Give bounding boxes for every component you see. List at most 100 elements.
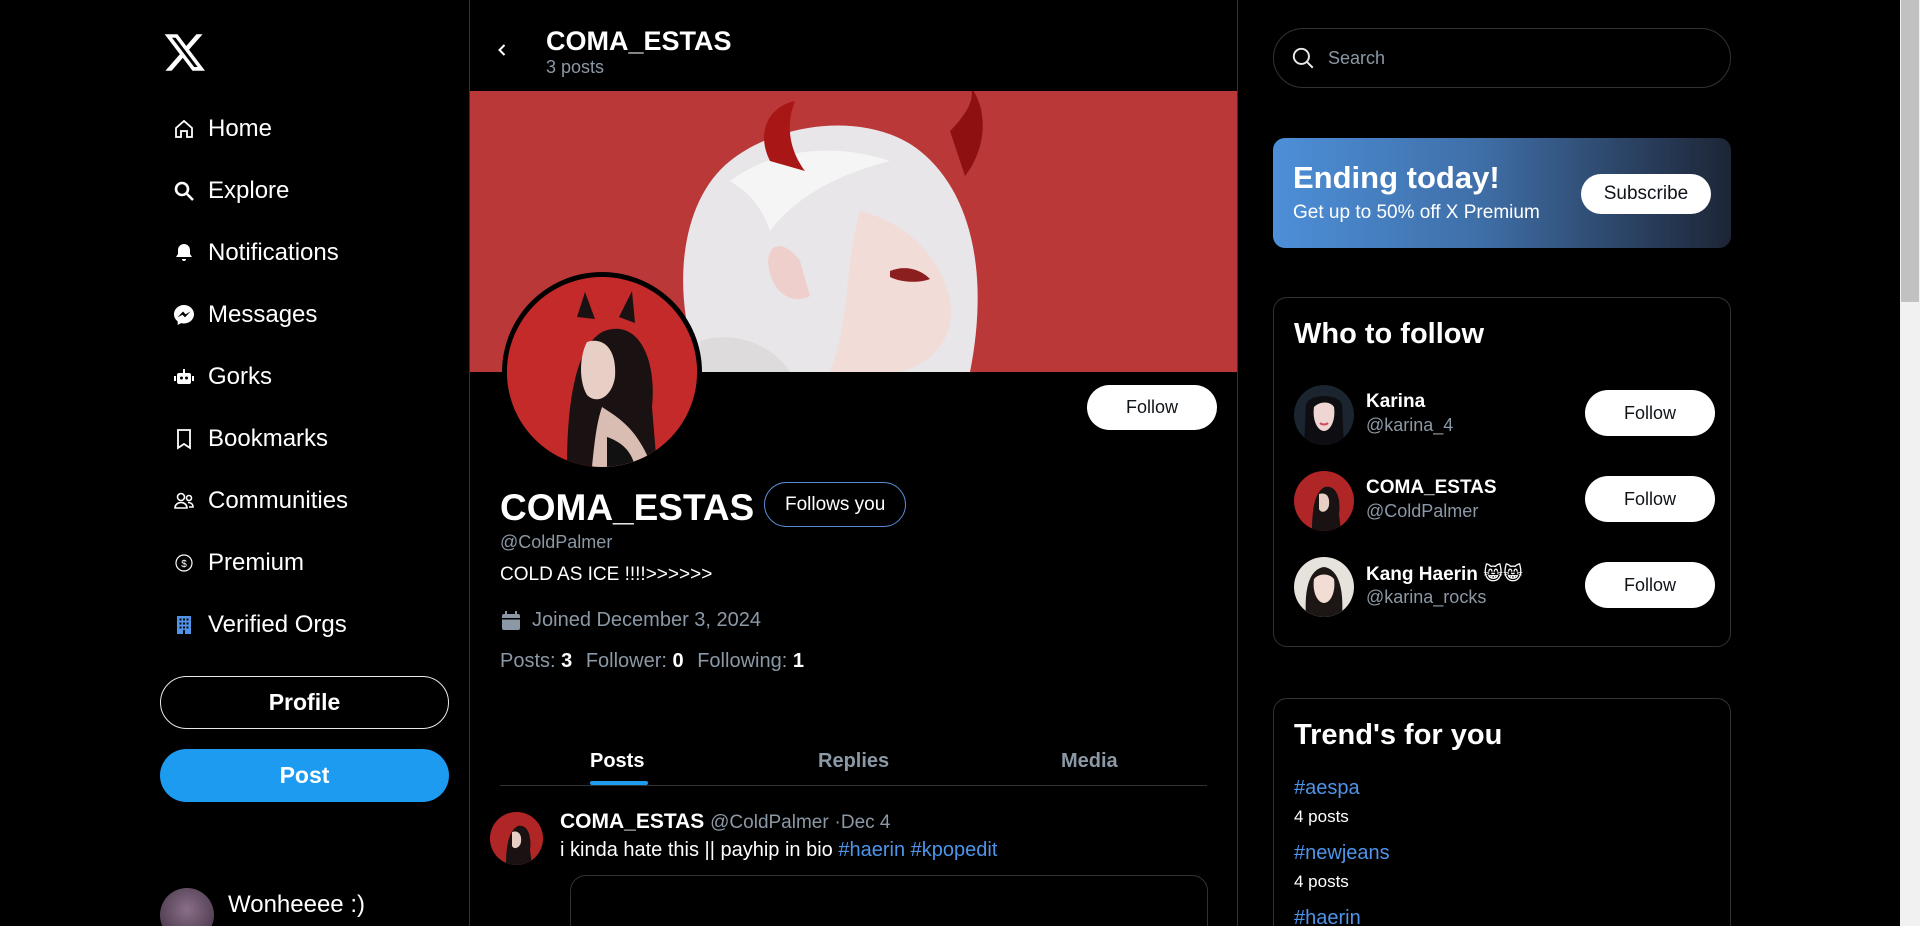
user-avatar[interactable] bbox=[1294, 471, 1354, 531]
post-author-handle[interactable]: @ColdPalmer bbox=[710, 812, 829, 833]
promo-title: Ending today! bbox=[1293, 160, 1500, 195]
svg-text:$: $ bbox=[181, 559, 187, 570]
post-hashtag-haerin[interactable]: #haerin bbox=[838, 839, 905, 861]
page-scrollbar[interactable] bbox=[1900, 0, 1920, 926]
post-date[interactable]: ·Dec 4 bbox=[835, 812, 891, 833]
bookmark-icon bbox=[160, 427, 208, 451]
tab-posts[interactable]: Posts bbox=[590, 750, 644, 773]
nav-bookmarks-label: Bookmarks bbox=[208, 425, 329, 452]
nav-messages-label: Messages bbox=[208, 301, 318, 328]
building-icon bbox=[160, 613, 208, 637]
profile-tabs: Posts Replies Media bbox=[500, 738, 1207, 786]
search-input[interactable] bbox=[1328, 47, 1708, 69]
suggestion-row[interactable]: Kang Haerin 😸😸 @karina_rocks Follow bbox=[1294, 557, 1715, 619]
header-title: COMA_ESTAS bbox=[546, 26, 732, 56]
trend-item[interactable]: #aespa 4 posts bbox=[1294, 777, 1360, 827]
app-root: Home Explore Notifications Messages Gork… bbox=[0, 0, 1920, 926]
bell-icon bbox=[160, 241, 208, 265]
nav-gorks-label: Gorks bbox=[208, 363, 273, 390]
back-arrow-icon[interactable] bbox=[492, 40, 512, 60]
nav-notifications[interactable]: Notifications bbox=[160, 228, 339, 278]
post-item[interactable]: COMA_ESTAS @ColdPalmer ·Dec 4 i kinda ha… bbox=[490, 810, 1220, 926]
nav-premium[interactable]: $ Premium bbox=[160, 538, 304, 588]
profile-bio: COLD AS ICE !!!!>>>>>> bbox=[500, 564, 713, 585]
user-avatar[interactable] bbox=[1294, 385, 1354, 445]
profile-name: COMA_ESTAS bbox=[500, 487, 755, 528]
nav-messages[interactable]: Messages bbox=[160, 290, 317, 340]
user-name: COMA_ESTAS bbox=[1366, 477, 1497, 498]
following-stat-label[interactable]: Following: bbox=[697, 650, 787, 672]
user-name: Kang Haerin 😸😸 bbox=[1366, 564, 1523, 585]
nav-verified-orgs[interactable]: Verified Orgs bbox=[160, 600, 347, 650]
post-author-name[interactable]: COMA_ESTAS bbox=[560, 810, 704, 833]
subscribe-button[interactable]: Subscribe bbox=[1581, 174, 1711, 214]
trend-item[interactable]: #newjeans 4 posts bbox=[1294, 842, 1390, 892]
following-stat-value[interactable]: 1 bbox=[793, 650, 804, 672]
follow-button[interactable]: Follow bbox=[1087, 385, 1217, 430]
suggestion-row[interactable]: COMA_ESTAS @ColdPalmer Follow bbox=[1294, 471, 1715, 533]
trend-item[interactable]: #haerin bbox=[1294, 907, 1361, 926]
user-avatar[interactable] bbox=[1294, 557, 1354, 617]
trend-hashtag[interactable]: #newjeans bbox=[1294, 842, 1390, 865]
follow-user-button[interactable]: Follow bbox=[1585, 390, 1715, 436]
nav-gorks[interactable]: Gorks bbox=[160, 352, 272, 402]
user-handle: @karina_rocks bbox=[1366, 587, 1487, 607]
post-media[interactable] bbox=[570, 875, 1208, 926]
user-handle: @ColdPalmer bbox=[1366, 501, 1479, 521]
profile-button[interactable]: Profile bbox=[160, 676, 449, 729]
trend-count: 4 posts bbox=[1294, 807, 1349, 826]
nav-explore-label: Explore bbox=[208, 177, 290, 204]
tab-media[interactable]: Media bbox=[1061, 750, 1118, 773]
followers-stat-value[interactable]: 0 bbox=[673, 650, 684, 672]
robot-icon bbox=[160, 365, 208, 389]
post-hashtag-kpopedit[interactable]: #kpopedit bbox=[911, 839, 998, 861]
search-box[interactable] bbox=[1273, 28, 1731, 88]
x-logo-icon[interactable] bbox=[163, 30, 207, 74]
follow-user-button[interactable]: Follow bbox=[1585, 562, 1715, 608]
profile-header-bar: COMA_ESTAS 3 posts bbox=[470, 0, 1237, 91]
profile-joined: Joined December 3, 2024 bbox=[500, 609, 761, 632]
who-to-follow-title: Who to follow bbox=[1294, 318, 1485, 350]
nav-communities[interactable]: Communities bbox=[160, 476, 348, 526]
post-header: COMA_ESTAS @ColdPalmer ·Dec 4 bbox=[560, 810, 891, 834]
suggestion-row[interactable]: Karina @karina_4 Follow bbox=[1294, 385, 1715, 447]
profile-stats: Posts: 3 Follower: 0 Following: 1 bbox=[500, 650, 812, 673]
trend-hashtag[interactable]: #haerin bbox=[1294, 907, 1361, 926]
user-handle: @karina_4 bbox=[1366, 415, 1454, 435]
right-sidebar: Ending today! Get up to 50% off X Premiu… bbox=[1238, 0, 1920, 926]
dollar-circle-icon: $ bbox=[160, 551, 208, 575]
profile-handle: @ColdPalmer bbox=[500, 532, 613, 552]
followers-stat-label[interactable]: Follower: bbox=[586, 650, 667, 672]
nav-explore[interactable]: Explore bbox=[160, 166, 289, 216]
profile-joined-text: Joined December 3, 2024 bbox=[532, 609, 762, 631]
tab-replies[interactable]: Replies bbox=[818, 750, 889, 773]
main-column: COMA_ESTAS 3 posts Follow COMA_ESTAS Fol… bbox=[469, 0, 1238, 926]
header-post-count: 3 posts bbox=[546, 57, 605, 77]
post-body: i kinda hate this || payhip in bio bbox=[560, 839, 833, 861]
who-to-follow-card: Who to follow Karina @karina_4 Follow CO… bbox=[1273, 297, 1731, 647]
posts-stat-label: Posts: bbox=[500, 650, 556, 672]
nav-communities-label: Communities bbox=[208, 487, 349, 514]
trends-card: Trend's for you #aespa 4 posts #newjeans… bbox=[1273, 698, 1731, 926]
profile-avatar[interactable] bbox=[502, 272, 702, 472]
nav-notifications-label: Notifications bbox=[208, 239, 339, 266]
nav-home[interactable]: Home bbox=[160, 104, 272, 154]
account-avatar bbox=[160, 888, 214, 926]
post-author-avatar[interactable] bbox=[490, 812, 543, 865]
account-switcher[interactable]: Wonheeee :) bbox=[160, 888, 365, 926]
messenger-icon bbox=[160, 303, 208, 327]
nav-verified-orgs-label: Verified Orgs bbox=[208, 611, 347, 638]
user-name: Karina bbox=[1366, 391, 1426, 412]
trend-hashtag[interactable]: #aespa bbox=[1294, 777, 1360, 800]
post-button[interactable]: Post bbox=[160, 749, 449, 802]
trend-count: 4 posts bbox=[1294, 872, 1349, 891]
calendar-icon bbox=[502, 610, 520, 630]
nav-bookmarks[interactable]: Bookmarks bbox=[160, 414, 328, 464]
search-icon bbox=[160, 179, 208, 203]
follow-user-button[interactable]: Follow bbox=[1585, 476, 1715, 522]
scrollbar-thumb[interactable] bbox=[1901, 0, 1919, 302]
promo-subtitle: Get up to 50% off X Premium bbox=[1293, 202, 1540, 223]
home-icon bbox=[160, 117, 208, 141]
nav-premium-label: Premium bbox=[208, 549, 305, 576]
left-sidebar: Home Explore Notifications Messages Gork… bbox=[0, 0, 469, 926]
